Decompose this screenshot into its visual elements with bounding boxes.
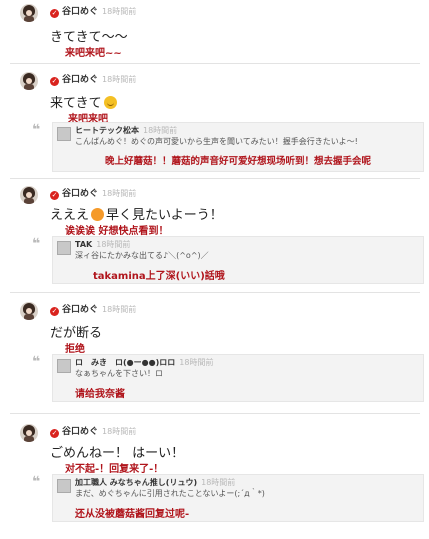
quote-icon: ❝	[32, 236, 41, 252]
timestamp: 18時間前	[102, 305, 137, 314]
verified-icon: ✓	[50, 429, 59, 438]
author-name[interactable]: 谷口めぐ	[62, 305, 98, 315]
post-meta: ✓ 谷口めぐ 18時間前	[50, 186, 136, 200]
reply-text: 深ィ谷にたかみな出てる♪＼(^o^)／	[75, 251, 209, 260]
post-text: きてきて〜〜	[50, 30, 128, 45]
reply-timestamp: 18時間前	[179, 358, 214, 367]
post-text: えええ 早く見たいよーう！	[50, 204, 223, 223]
verified-icon: ✓	[50, 307, 59, 316]
reply-avatar[interactable]	[57, 127, 71, 141]
reply-translation-text: 请给我奈酱	[75, 389, 125, 400]
reply-text: こんばんめぐ！めぐの声可愛いから生声を聞いてみたい！握手会行きたいよ〜!	[75, 137, 358, 146]
author-name[interactable]: 谷口めぐ	[62, 7, 98, 17]
reply-avatar[interactable]	[57, 479, 71, 493]
divider	[10, 413, 420, 414]
reply-meta: 加工職人 みなちゃん推し(リュウ) 18時間前	[75, 477, 235, 488]
reply-translation-text: 晚上好蘑菇！！蘑菇的声音好可爱好想现场听到！想去握手会呢	[105, 156, 372, 167]
verified-icon: ✓	[50, 77, 59, 86]
avatar[interactable]	[20, 4, 38, 22]
translation-text: 对不起-！回复来了-！	[65, 464, 164, 475]
quoted-reply[interactable]: ロ みき ロ(●ー●●)ロロ 18時間前 なぁちゃんを下さい！ロ 请给我奈酱	[52, 354, 424, 402]
post-text-part: 来てきて	[50, 96, 102, 111]
timestamp: 18時間前	[102, 189, 137, 198]
reply-text: なぁちゃんを下さい！ロ	[75, 369, 163, 378]
avatar[interactable]	[20, 302, 38, 320]
reply-text: まだ、めぐちゃんに引用されたことないよー(;´д｀*)	[75, 489, 265, 498]
post-meta: ✓ 谷口めぐ 18時間前	[50, 302, 136, 316]
avatar[interactable]	[20, 186, 38, 204]
post-text: 来てきて	[50, 92, 117, 111]
reply-translation-text: takamina上了深(いい)話哦	[93, 271, 225, 282]
timestamp: 18時間前	[102, 7, 137, 16]
reply-translation-text: 还从没被蘑菇酱回复过呢-	[75, 509, 190, 520]
translation-text: 来吧来吧~~	[65, 48, 122, 59]
reply-meta: ロ みき ロ(●ー●●)ロロ 18時間前	[75, 357, 213, 368]
timestamp: 18時間前	[102, 427, 137, 436]
post-text: ごめんねー！ はーい！	[50, 446, 185, 461]
post: ✓ 谷口めぐ 18時間前 ごめんねー！ はーい！ 对不起-！回复来了-！ ❝ 加工職…	[10, 420, 424, 535]
smile-face-icon	[103, 96, 117, 109]
post: ✓ 谷口めぐ 18時間前 だが断る 拒绝 ❝ ロ みき ロ(●ー●●)ロロ 18時間前…	[10, 298, 424, 410]
verified-icon: ✓	[50, 9, 59, 18]
quote-icon: ❝	[32, 354, 41, 370]
author-name[interactable]: 谷口めぐ	[62, 189, 98, 199]
orange-face-icon	[91, 208, 105, 221]
reply-author-name[interactable]: ロ みき ロ(●ー●●)ロロ	[75, 358, 175, 367]
quoted-reply[interactable]: TAK 18時間前 深ィ谷にたかみな出てる♪＼(^o^)／ takamina上了深…	[52, 236, 424, 284]
translation-text: 拒绝	[65, 344, 85, 355]
avatar[interactable]	[20, 72, 38, 90]
quote-icon: ❝	[32, 122, 41, 138]
reply-timestamp: 18時間前	[143, 126, 178, 135]
reply-meta: ヒートテック松本 18時間前	[75, 125, 177, 136]
post-text-part: えええ	[50, 208, 90, 223]
post-text: だが断る	[50, 326, 103, 341]
quote-icon: ❝	[32, 474, 41, 490]
reply-author-name[interactable]: ヒートテック松本	[75, 126, 139, 135]
divider	[10, 63, 420, 64]
post: ✓ 谷口めぐ 18時間前 きてきて〜〜 来吧来吧~~	[10, 0, 420, 60]
timestamp: 18時間前	[102, 75, 137, 84]
timeline: ✓ 谷口めぐ 18時間前 きてきて〜〜 来吧来吧~~ ✓ 谷口めぐ 18時間前 来てきて…	[0, 0, 429, 539]
post-meta: ✓ 谷口めぐ 18時間前	[50, 72, 136, 86]
verified-icon: ✓	[50, 191, 59, 200]
post-text-part-2: 早く見たいよーう！	[106, 208, 223, 223]
quoted-reply[interactable]: ヒートテック松本 18時間前 こんばんめぐ！めぐの声可愛いから生声を聞いてみたい！…	[52, 122, 424, 172]
divider	[10, 292, 420, 293]
author-name[interactable]: 谷口めぐ	[62, 427, 98, 437]
avatar[interactable]	[20, 424, 38, 442]
reply-avatar[interactable]	[57, 359, 71, 373]
post-meta: ✓ 谷口めぐ 18時間前	[50, 4, 136, 18]
post: ✓ 谷口めぐ 18時間前 えええ 早く見たいよーう！ 诶诶诶 好想快点看到！ ❝ TA…	[10, 182, 424, 287]
divider	[10, 178, 420, 179]
reply-author-name[interactable]: TAK	[75, 240, 92, 249]
reply-avatar[interactable]	[57, 241, 71, 255]
reply-timestamp: 18時間前	[96, 240, 131, 249]
reply-meta: TAK 18時間前	[75, 239, 130, 250]
post-meta: ✓ 谷口めぐ 18時間前	[50, 424, 136, 438]
quoted-reply[interactable]: 加工職人 みなちゃん推し(リュウ) 18時間前 まだ、めぐちゃんに引用されたことな…	[52, 474, 424, 522]
translation-text: 诶诶诶 好想快点看到！	[65, 226, 169, 237]
author-name[interactable]: 谷口めぐ	[62, 75, 98, 85]
reply-timestamp: 18時間前	[201, 478, 236, 487]
reply-author-name[interactable]: 加工職人 みなちゃん推し(リュウ)	[75, 478, 197, 487]
post: ✓ 谷口めぐ 18時間前 来てきて 来吧来吧 ❝ ヒートテック松本 18時間前 こんば…	[10, 68, 424, 176]
